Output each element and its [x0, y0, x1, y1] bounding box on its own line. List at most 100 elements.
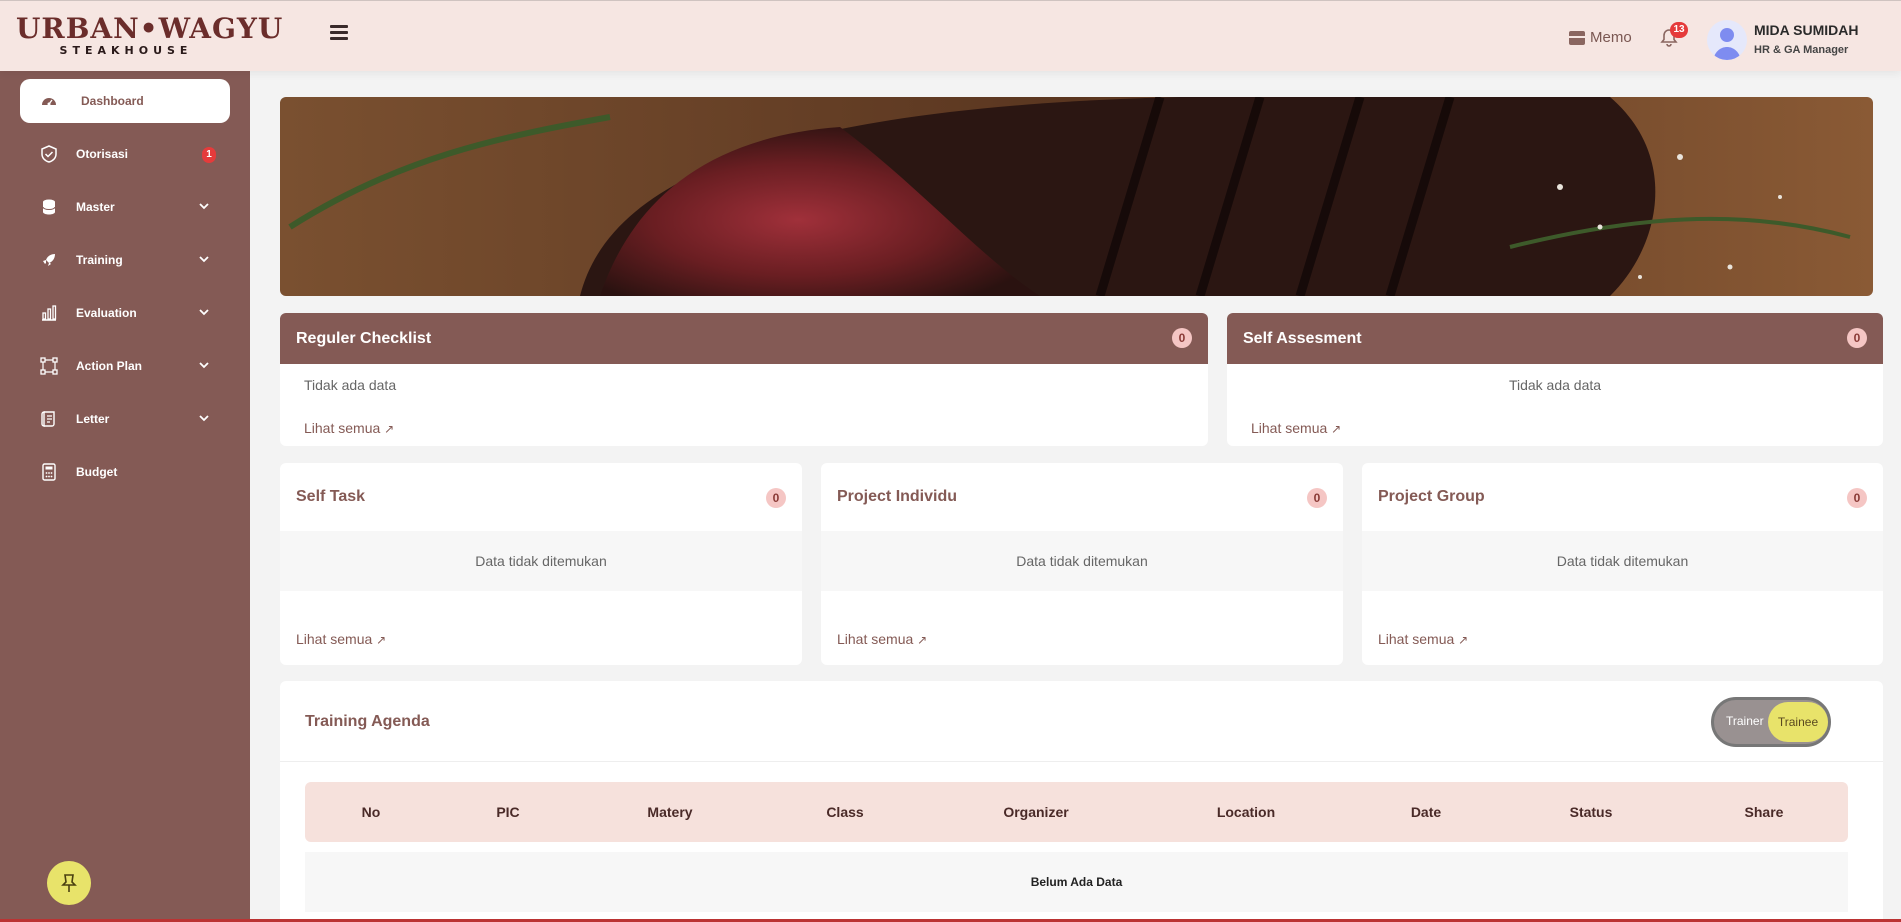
chevron-down-icon — [199, 309, 209, 316]
see-all-label: Lihat semua — [837, 631, 914, 647]
column-header: Organizer — [1003, 804, 1069, 820]
calculator-icon — [42, 463, 56, 481]
menu-toggle-icon[interactable] — [330, 25, 348, 41]
inbox-icon — [1569, 30, 1585, 45]
empty-message: Tidak ada data — [304, 377, 397, 393]
arrow-up-right-icon: ↗ — [917, 633, 928, 647]
chevron-down-icon — [199, 203, 209, 210]
pin-sidebar-button[interactable] — [47, 861, 91, 905]
arrow-up-right-icon: ↗ — [376, 633, 387, 647]
card-title: Self Task — [296, 488, 366, 505]
database-icon — [42, 199, 56, 215]
column-header: PIC — [496, 804, 520, 820]
trainer-trainee-toggle[interactable]: Trainer Trainee — [1711, 697, 1831, 747]
sidebar-item-label: Training — [76, 253, 123, 267]
see-all-link[interactable]: Lihat semua ↗ — [1251, 420, 1341, 436]
notification-count-badge: 13 — [1670, 22, 1688, 38]
column-header: No — [361, 804, 381, 820]
count-badge: 0 — [1172, 328, 1192, 348]
sidebar-item-dashboard[interactable]: Dashboard — [20, 79, 230, 123]
count-badge: 0 — [1847, 488, 1867, 508]
count-badge: 0 — [1847, 328, 1867, 348]
user-name[interactable]: MIDA SUMIDAH — [1754, 22, 1858, 38]
column-header: Class — [826, 804, 864, 820]
empty-message: Data tidak ditemukan — [280, 531, 802, 591]
card-header: Self Assesment 0 — [1227, 313, 1883, 364]
toggle-option-trainer[interactable]: Trainer — [1726, 714, 1764, 728]
agenda-table-header: No PIC Matery Class Organizer Location D… — [305, 782, 1848, 842]
brand-logo-text: URBAN•WAGYU — [16, 12, 284, 45]
arrow-up-right-icon: ↗ — [1458, 633, 1469, 647]
see-all-label: Lihat semua — [1378, 631, 1455, 647]
see-all-link[interactable]: Lihat semua ↗ — [304, 420, 394, 436]
project-group-card: Project Group 0 Data tidak ditemukan Lih… — [1362, 463, 1883, 665]
rocket-icon — [43, 254, 55, 266]
sidebar-item-label: Letter — [76, 412, 110, 426]
toggle-option-trainee[interactable]: Trainee — [1768, 702, 1828, 742]
column-header: Date — [1410, 804, 1442, 820]
agenda-empty-row: Belum Ada Data — [305, 852, 1848, 912]
sidebar-item-label: Action Plan — [76, 359, 143, 373]
see-all-link[interactable]: Lihat semua ↗ — [296, 631, 386, 647]
card-title: Self Assesment — [1243, 329, 1362, 347]
brand-logo-subtext: STEAKHOUSE — [59, 44, 193, 57]
arrow-up-right-icon: ↗ — [384, 422, 395, 436]
user-role: HR & GA Manager — [1754, 44, 1849, 56]
see-all-label: Lihat semua — [1251, 420, 1328, 436]
sidebar: Dashboard Otorisasi 1 Master Training Ev… — [0, 71, 250, 922]
shield-check-icon — [41, 145, 57, 163]
sidebar-item-evaluation[interactable]: Evaluation — [20, 291, 230, 335]
top-navbar: URBAN•WAGYU STEAKHOUSE Memo 13 MIDA SUMI… — [0, 0, 1901, 71]
scroll-icon — [41, 411, 55, 427]
otorisasi-count-badge: 1 — [202, 147, 216, 163]
dashboard-banner-image — [280, 97, 1873, 296]
arrow-up-right-icon: ↗ — [1331, 422, 1342, 436]
workflow-icon — [40, 357, 58, 375]
memo-button[interactable]: Memo — [1568, 29, 1632, 46]
empty-message: Data tidak ditemukan — [1362, 531, 1883, 591]
column-header: Location — [1216, 804, 1276, 820]
column-header: Status — [1569, 804, 1613, 820]
sidebar-item-master[interactable]: Master — [20, 185, 230, 229]
empty-message: Data tidak ditemukan — [821, 531, 1343, 591]
speedometer-icon — [42, 98, 56, 106]
sidebar-item-label: Dashboard — [81, 94, 144, 108]
card-title: Project Individu — [837, 488, 958, 505]
chevron-down-icon — [199, 256, 209, 263]
see-all-link[interactable]: Lihat semua ↗ — [837, 631, 927, 647]
pin-icon — [61, 874, 77, 892]
sidebar-item-otorisasi[interactable]: Otorisasi 1 — [20, 132, 230, 176]
bar-chart-icon — [42, 305, 57, 321]
training-agenda-panel: Training Agenda Trainer Trainee No PIC M… — [280, 681, 1883, 922]
project-individu-card: Project Individu 0 Data tidak ditemukan … — [821, 463, 1343, 665]
memo-label: Memo — [1590, 29, 1632, 46]
sidebar-item-letter[interactable]: Letter — [20, 397, 230, 441]
chevron-down-icon — [199, 415, 209, 422]
sidebar-item-action-plan[interactable]: Action Plan — [20, 344, 230, 388]
sidebar-item-training[interactable]: Training — [20, 238, 230, 282]
sidebar-item-label: Evaluation — [76, 306, 137, 320]
sidebar-item-label: Master — [76, 200, 115, 214]
divider — [280, 761, 1883, 762]
column-header: Matery — [647, 804, 693, 820]
chevron-down-icon — [199, 362, 209, 369]
sidebar-item-label: Otorisasi — [76, 147, 129, 161]
card-title: Project Group — [1378, 488, 1485, 505]
user-avatar[interactable] — [1707, 20, 1747, 60]
reguler-checklist-card: Reguler Checklist 0 Tidak ada data Lihat… — [280, 313, 1208, 446]
empty-message: Tidak ada data — [1508, 377, 1602, 393]
sidebar-item-budget[interactable]: Budget — [20, 450, 230, 494]
see-all-link[interactable]: Lihat semua ↗ — [1378, 631, 1468, 647]
count-badge: 0 — [766, 488, 786, 508]
self-task-card: Self Task 0 Data tidak ditemukan Lihat s… — [280, 463, 802, 665]
card-title: Reguler Checklist — [296, 329, 432, 347]
self-assesment-card: Self Assesment 0 Tidak ada data Lihat se… — [1227, 313, 1883, 446]
see-all-label: Lihat semua — [296, 631, 373, 647]
agenda-title: Training Agenda — [305, 713, 430, 730]
sidebar-item-label: Budget — [76, 465, 118, 479]
card-header: Reguler Checklist 0 — [280, 313, 1208, 364]
count-badge: 0 — [1307, 488, 1327, 508]
brand-logo[interactable]: URBAN•WAGYU STEAKHOUSE — [16, 12, 284, 58]
column-header: Share — [1744, 804, 1784, 820]
see-all-label: Lihat semua — [304, 420, 381, 436]
